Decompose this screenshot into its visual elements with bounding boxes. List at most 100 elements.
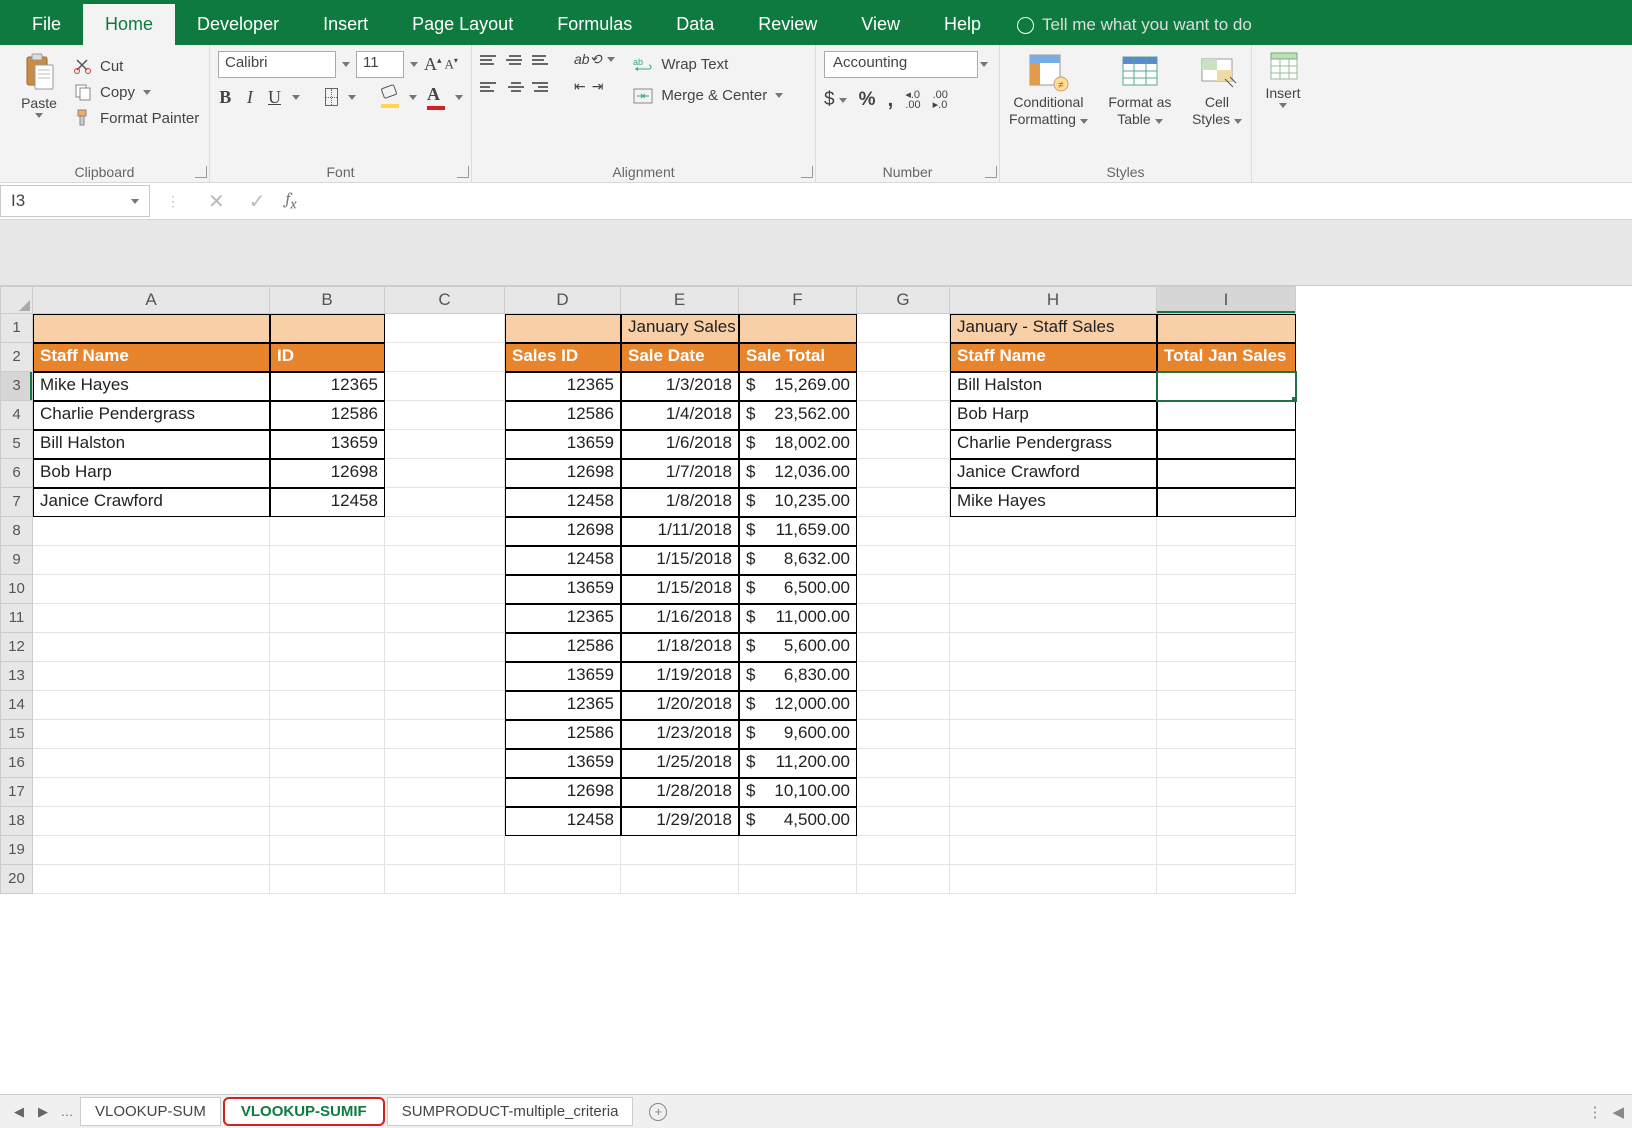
row-header-16[interactable]: 16 [0, 749, 33, 778]
cell-E10[interactable]: 1/15/2018 [621, 575, 739, 604]
cell-G13[interactable] [857, 662, 950, 691]
cell-F12[interactable]: $5,600.00 [739, 633, 857, 662]
decrease-indent-icon[interactable]: ⇤ [574, 78, 586, 95]
col-header-B[interactable]: B [270, 286, 385, 314]
row-header-10[interactable]: 10 [0, 575, 33, 604]
dialog-launcher-icon[interactable] [457, 166, 469, 178]
cell-I13[interactable] [1157, 662, 1296, 691]
cell-H7[interactable]: Mike Hayes [950, 488, 1157, 517]
format-as-table-button[interactable]: Format as Table [1105, 51, 1175, 127]
cell-D4[interactable]: 12586 [505, 401, 621, 430]
row-header-18[interactable]: 18 [0, 807, 33, 836]
cell-I10[interactable] [1157, 575, 1296, 604]
cell-G20[interactable] [857, 865, 950, 894]
borders-icon[interactable] [325, 88, 338, 106]
cell-G19[interactable] [857, 836, 950, 865]
cancel-icon[interactable]: ✕ [196, 189, 237, 214]
cell-C13[interactable] [385, 662, 505, 691]
cell-C17[interactable] [385, 778, 505, 807]
cell-C12[interactable] [385, 633, 505, 662]
cell-B14[interactable] [270, 691, 385, 720]
align-bottom-icon[interactable] [532, 53, 552, 67]
row-header-4[interactable]: 4 [0, 401, 33, 430]
cell-H16[interactable] [950, 749, 1157, 778]
tab-data[interactable]: Data [654, 4, 736, 45]
cell-I1[interactable] [1157, 314, 1296, 343]
increase-indent-icon[interactable]: ⇥ [592, 78, 604, 95]
cell-I18[interactable] [1157, 807, 1296, 836]
row-header-14[interactable]: 14 [0, 691, 33, 720]
align-right-icon[interactable] [532, 80, 552, 94]
select-all-corner[interactable] [0, 286, 33, 314]
cell-F9[interactable]: $8,632.00 [739, 546, 857, 575]
cell-A1[interactable] [33, 314, 270, 343]
cell-I12[interactable] [1157, 633, 1296, 662]
row-header-9[interactable]: 9 [0, 546, 33, 575]
cell-F19[interactable] [739, 836, 857, 865]
cell-D6[interactable]: 12698 [505, 459, 621, 488]
cell-B6[interactable]: 12698 [270, 459, 385, 488]
cell-C15[interactable] [385, 720, 505, 749]
cell-E4[interactable]: 1/4/2018 [621, 401, 739, 430]
align-middle-icon[interactable] [506, 53, 526, 67]
scroll-left-icon[interactable]: ◀ [1612, 1103, 1624, 1121]
tab-help[interactable]: Help [922, 4, 1003, 45]
dialog-launcher-icon[interactable] [801, 166, 813, 178]
dropdown-icon[interactable] [607, 57, 615, 62]
row-header-5[interactable]: 5 [0, 430, 33, 459]
cell-A11[interactable] [33, 604, 270, 633]
cell-B10[interactable] [270, 575, 385, 604]
cell-A8[interactable] [33, 517, 270, 546]
col-header-H[interactable]: H [950, 286, 1157, 314]
sheet-tab-active[interactable]: VLOOKUP-SUMIF [223, 1097, 385, 1126]
cell-E15[interactable]: 1/23/2018 [621, 720, 739, 749]
cell-F5[interactable]: $18,002.00 [739, 430, 857, 459]
align-center-icon[interactable] [506, 80, 526, 94]
dropdown-icon[interactable] [409, 95, 417, 100]
cell-A9[interactable] [33, 546, 270, 575]
cell-B9[interactable] [270, 546, 385, 575]
tab-formulas[interactable]: Formulas [535, 4, 654, 45]
cell-C7[interactable] [385, 488, 505, 517]
cell-I15[interactable] [1157, 720, 1296, 749]
cell-D2[interactable]: Sales ID [505, 343, 621, 372]
dialog-launcher-icon[interactable] [195, 166, 207, 178]
row-header-3[interactable]: 3 [0, 372, 33, 401]
cell-H9[interactable] [950, 546, 1157, 575]
cell-F13[interactable]: $6,830.00 [739, 662, 857, 691]
cell-G1[interactable] [857, 314, 950, 343]
cell-E5[interactable]: 1/6/2018 [621, 430, 739, 459]
cell-A18[interactable] [33, 807, 270, 836]
cell-H8[interactable] [950, 517, 1157, 546]
cell-E12[interactable]: 1/18/2018 [621, 633, 739, 662]
cell-G4[interactable] [857, 401, 950, 430]
cell-B15[interactable] [270, 720, 385, 749]
cell-I8[interactable] [1157, 517, 1296, 546]
cell-H20[interactable] [950, 865, 1157, 894]
cell-A14[interactable] [33, 691, 270, 720]
tab-file[interactable]: File [10, 4, 83, 45]
font-size-combo[interactable]: 11 [356, 51, 404, 78]
col-header-A[interactable]: A [33, 286, 270, 314]
cell-C5[interactable] [385, 430, 505, 459]
cell-G11[interactable] [857, 604, 950, 633]
accounting-format-button[interactable]: $ [824, 89, 835, 111]
cell-G16[interactable] [857, 749, 950, 778]
cell-A15[interactable] [33, 720, 270, 749]
cell-grid[interactable]: January SalesJanuary - Staff SalesStaff … [33, 314, 1296, 894]
cell-D1[interactable] [505, 314, 621, 343]
cell-D19[interactable] [505, 836, 621, 865]
cell-H13[interactable] [950, 662, 1157, 691]
tab-view[interactable]: View [839, 4, 922, 45]
format-painter-button[interactable]: Format Painter [74, 109, 199, 127]
cell-H18[interactable] [950, 807, 1157, 836]
name-box[interactable]: I3 [0, 185, 150, 217]
cell-F18[interactable]: $4,500.00 [739, 807, 857, 836]
cell-E17[interactable]: 1/28/2018 [621, 778, 739, 807]
cell-C3[interactable] [385, 372, 505, 401]
cell-G8[interactable] [857, 517, 950, 546]
cell-D20[interactable] [505, 865, 621, 894]
cell-E14[interactable]: 1/20/2018 [621, 691, 739, 720]
cell-A13[interactable] [33, 662, 270, 691]
cell-C11[interactable] [385, 604, 505, 633]
